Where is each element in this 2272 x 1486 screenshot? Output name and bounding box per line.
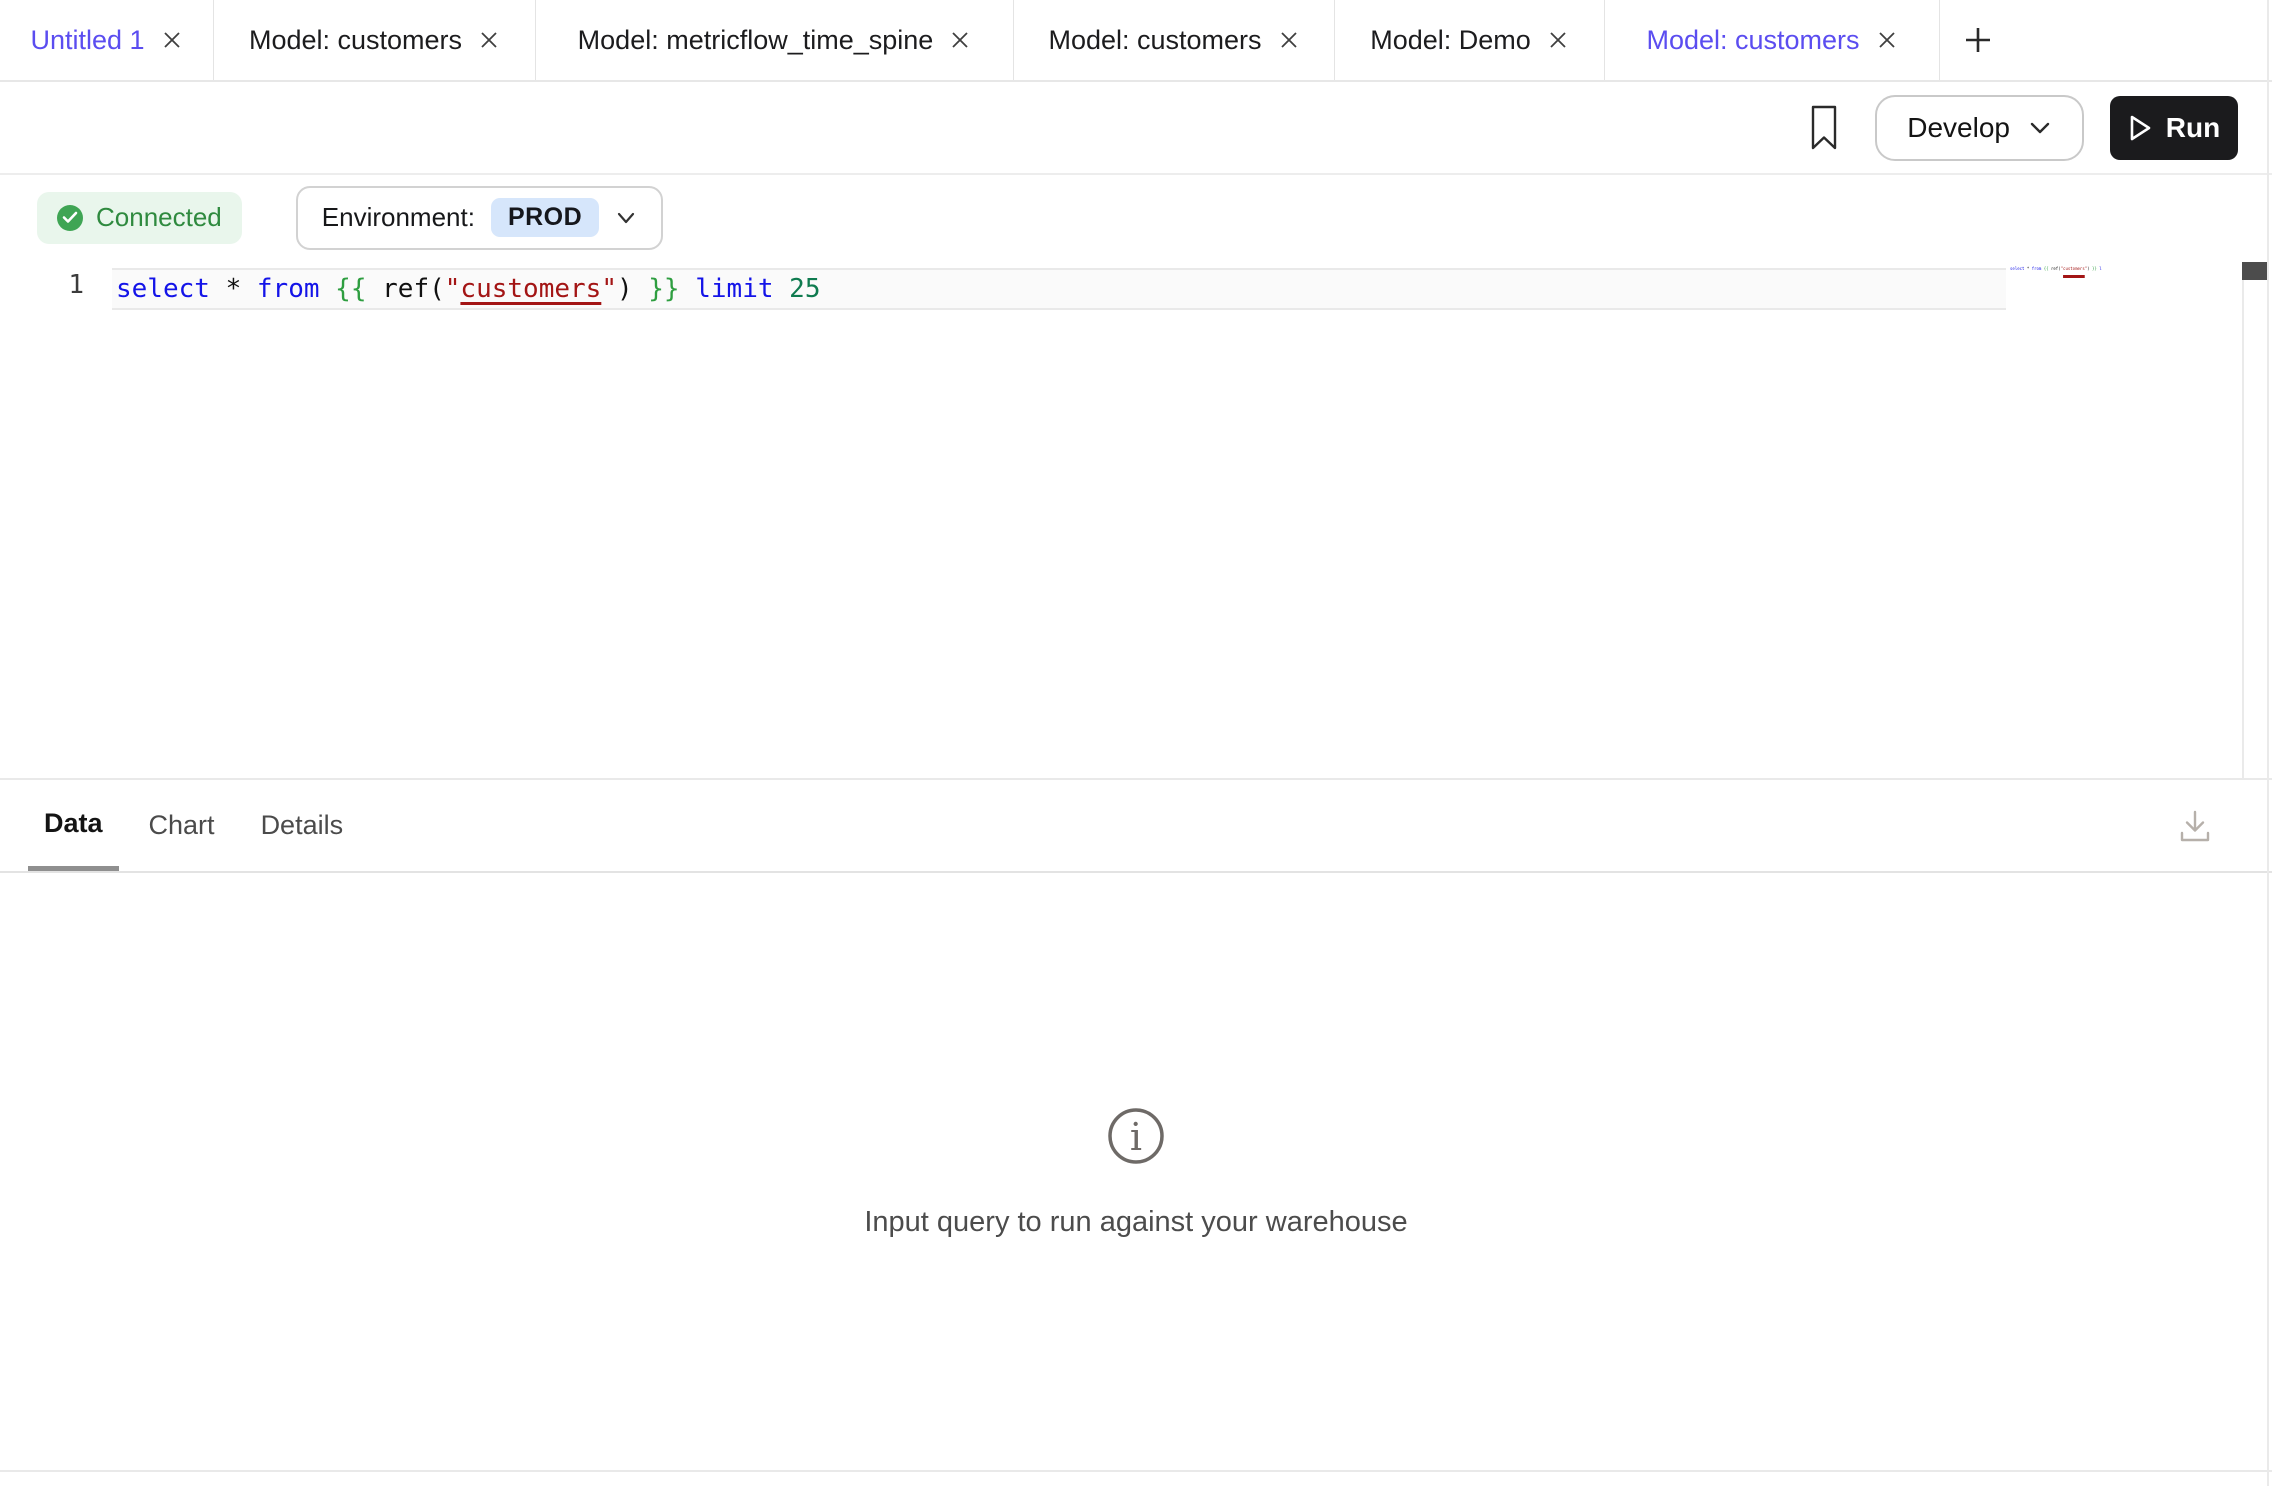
connected-label: Connected [96, 202, 222, 233]
tab-label: Model: Demo [1370, 25, 1531, 56]
minimap-token: select [2010, 266, 2027, 271]
tab-model-customers-3[interactable]: Model: customers [1605, 0, 1940, 80]
tab-data[interactable]: Data [28, 780, 119, 871]
tab-details-label: Details [261, 810, 344, 841]
tab-model-demo[interactable]: Model: Demo [1335, 0, 1605, 80]
minimap-token: limit [2099, 266, 2102, 271]
results-panel-header: Data Chart Details [0, 778, 2272, 873]
code-token: limit [695, 274, 789, 304]
run-button[interactable]: Run [2110, 96, 2238, 160]
info-circle-icon: i [1106, 1106, 1166, 1166]
minimap-token: customers [2063, 266, 2085, 271]
tab-chart-label: Chart [149, 810, 215, 841]
tab-label: Model: metricflow_time_spine [578, 25, 934, 56]
code-line-1[interactable]: select * from {{ ref("customers") }} lim… [112, 268, 2006, 310]
tab-model-customers-1[interactable]: Model: customers [214, 0, 536, 80]
ide-window: Untitled 1 Model: customers Model: metri… [0, 0, 2272, 1486]
close-icon[interactable] [161, 29, 183, 51]
code-token: from [257, 274, 335, 304]
close-icon[interactable] [949, 29, 971, 51]
close-icon[interactable] [478, 29, 500, 51]
statusbar-divider [0, 1470, 2272, 1472]
tab-label: Model: customers [1646, 25, 1859, 56]
play-icon [2128, 114, 2152, 142]
bookmark-icon[interactable] [1809, 104, 1839, 152]
code-token: ref [382, 274, 429, 304]
minimap-token: from [2032, 266, 2044, 271]
tab-model-metricflow-time-spine[interactable]: Model: metricflow_time_spine [536, 0, 1014, 80]
tab-label: Model: customers [1048, 25, 1261, 56]
close-icon[interactable] [1547, 29, 1569, 51]
results-tabs: Data Chart Details [28, 780, 359, 871]
code-token: " [445, 274, 461, 304]
editor-minimap[interactable]: select * from {{ ref("customers") }} lim… [2010, 266, 2102, 280]
chevron-down-icon [2028, 120, 2052, 136]
tab-chart[interactable]: Chart [133, 780, 231, 871]
code-token: 25 [789, 274, 820, 304]
editor-scrollbar-track [2242, 262, 2244, 778]
run-button-label: Run [2166, 112, 2220, 144]
code-token: ( [429, 274, 445, 304]
close-icon[interactable] [1876, 29, 1898, 51]
develop-button[interactable]: Develop [1875, 95, 2084, 161]
environment-selector[interactable]: Environment: PROD [296, 186, 663, 250]
editor-scrollbar-thumb[interactable] [2242, 262, 2268, 280]
tab-details[interactable]: Details [245, 780, 360, 871]
ref-model-link[interactable]: customers [460, 274, 601, 304]
editor-status-row: Connected Environment: PROD [0, 177, 2272, 258]
minimap-token: {{ [2044, 266, 2051, 271]
line-number: 1 [0, 270, 84, 300]
close-icon[interactable] [1278, 29, 1300, 51]
develop-button-label: Develop [1907, 112, 2010, 144]
connected-badge: Connected [37, 192, 242, 244]
tab-label: Untitled 1 [30, 25, 144, 56]
svg-text:i: i [1130, 1115, 1142, 1159]
page-right-border [2267, 0, 2269, 1486]
code-token: {{ [335, 274, 382, 304]
tab-model-customers-2[interactable]: Model: customers [1014, 0, 1335, 80]
toolbar: Develop Run [0, 82, 2272, 175]
plus-icon [1961, 23, 1995, 57]
download-icon [2174, 805, 2216, 847]
tab-bar: Untitled 1 Model: customers Model: metri… [0, 0, 2272, 82]
environment-value-badge: PROD [491, 198, 599, 237]
tab-untitled-1[interactable]: Untitled 1 [0, 0, 214, 80]
code-token: * [226, 274, 257, 304]
chevron-down-icon [615, 211, 637, 225]
empty-state-message: Input query to run against your warehous… [864, 1206, 1407, 1239]
environment-label: Environment: [322, 202, 475, 233]
tab-label: Model: customers [249, 25, 462, 56]
sql-editor[interactable]: 1 select * from {{ ref("customers") }} l… [0, 258, 2272, 778]
tab-data-label: Data [44, 808, 103, 839]
code-token: " [601, 274, 617, 304]
code-token: }} [648, 274, 695, 304]
code-token: ) [617, 274, 648, 304]
code-token: select [116, 274, 226, 304]
download-results-button[interactable] [2174, 805, 2216, 847]
add-tab-button[interactable] [1940, 0, 2016, 80]
check-circle-icon [57, 205, 83, 231]
results-panel-body: i Input query to run against your wareho… [0, 875, 2272, 1470]
